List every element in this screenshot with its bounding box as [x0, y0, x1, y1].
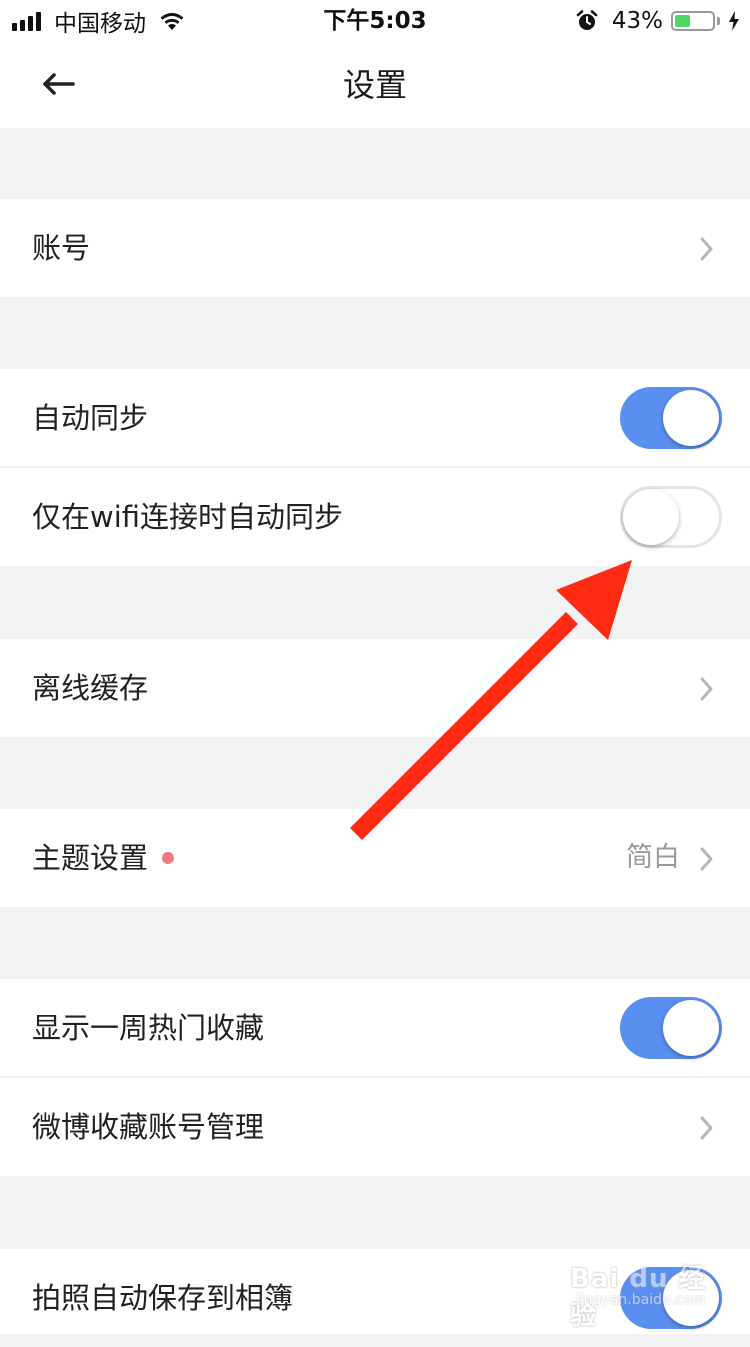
- status-right: 43%: [576, 5, 740, 37]
- account-label: 账号: [32, 231, 91, 265]
- charging-icon: [729, 11, 739, 31]
- settings-row-weekly-hot: 显示一周热门收藏: [0, 979, 750, 1077]
- settings-row-offline-cache[interactable]: 离线缓存: [0, 639, 750, 737]
- save-photos-label: 拍照自动保存到相簿: [32, 1281, 294, 1315]
- toggle-knob: [663, 1000, 719, 1056]
- weibo-accounts-label: 微博收藏账号管理: [32, 1110, 265, 1144]
- toggle-knob: [663, 1270, 719, 1326]
- row-divider: [0, 1076, 750, 1077]
- battery-percent: 43%: [611, 8, 663, 34]
- save-photos-toggle[interactable]: [620, 1267, 722, 1329]
- settings-row-weibo-accounts[interactable]: 微博收藏账号管理: [0, 1078, 750, 1176]
- auto-sync-label: 自动同步: [32, 401, 149, 435]
- toggle-knob: [663, 390, 719, 446]
- new-badge-dot: [162, 852, 174, 864]
- battery-level: [675, 15, 691, 27]
- alarm-icon: [576, 10, 598, 30]
- auto-sync-toggle[interactable]: [620, 387, 722, 449]
- weekly-hot-label: 显示一周热门收藏: [32, 1011, 265, 1045]
- settings-row-theme[interactable]: 主题设置 简白: [0, 809, 750, 907]
- nav-bar: 设置: [0, 42, 750, 128]
- offline-cache-label: 离线缓存: [32, 671, 149, 705]
- settings-row-wifi-only-sync: 仅在wifi连接时自动同步: [0, 468, 750, 566]
- settings-row-save-photos: 拍照自动保存到相簿: [0, 1249, 750, 1334]
- settings-row-auto-sync: 自动同步: [0, 369, 750, 467]
- wifi-only-sync-label: 仅在wifi连接时自动同步: [32, 500, 344, 534]
- toggle-knob: [623, 489, 679, 545]
- settings-row-account[interactable]: 账号: [0, 199, 750, 297]
- chevron-right-icon: [700, 677, 713, 701]
- wifi-only-sync-toggle[interactable]: [620, 486, 722, 548]
- status-bar: 中国移动 下午5:03 43%: [0, 0, 750, 42]
- battery-icon: [671, 11, 715, 31]
- battery-cap: [717, 17, 720, 25]
- weekly-hot-toggle[interactable]: [620, 997, 722, 1059]
- theme-label: 主题设置: [32, 841, 149, 875]
- row-divider: [0, 466, 750, 467]
- chevron-right-icon: [700, 237, 713, 261]
- chevron-right-icon: [700, 847, 713, 871]
- chevron-right-icon: [700, 1116, 713, 1140]
- theme-value: 简白: [626, 842, 680, 873]
- page-title: 设置: [342, 66, 407, 104]
